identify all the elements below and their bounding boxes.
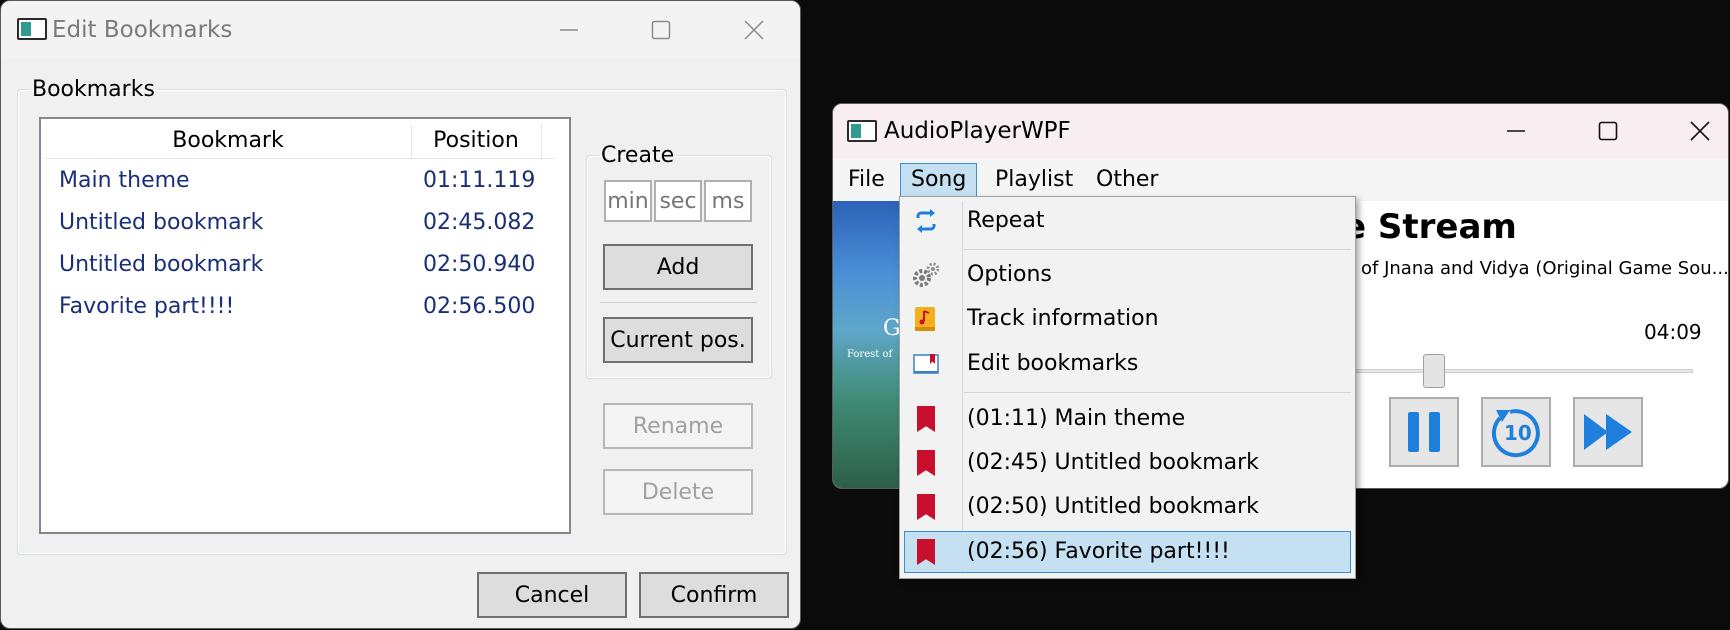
- bookmark-icon: [917, 539, 935, 565]
- bookmark-position: 02:56.500: [423, 294, 536, 319]
- song-title: e Stream: [1343, 207, 1517, 247]
- fast-forward-icon: [1584, 414, 1632, 450]
- menu-item-label: Edit bookmarks: [967, 351, 1139, 376]
- app-icon: [17, 18, 47, 40]
- edit-bookmarks-titlebar: Edit Bookmarks: [1, 1, 800, 59]
- bookmark-position: 02:45.082: [423, 210, 536, 235]
- bookmark-icon: [917, 494, 935, 520]
- table-row[interactable]: Main theme 01:11.119: [43, 163, 553, 203]
- menu-item-bookmark[interactable]: (01:11) Main theme: [901, 399, 1354, 439]
- close-button[interactable]: [734, 15, 774, 45]
- bookmark-position: 02:50.940: [423, 252, 536, 277]
- delete-button[interactable]: Delete: [603, 469, 753, 515]
- seconds-input[interactable]: [654, 180, 702, 222]
- add-button[interactable]: Add: [603, 244, 753, 290]
- cancel-button[interactable]: Cancel: [477, 572, 627, 618]
- menu-playlist[interactable]: Playlist: [995, 167, 1073, 192]
- seek-thumb[interactable]: [1423, 354, 1445, 388]
- window-title: Edit Bookmarks: [52, 17, 233, 43]
- pause-button[interactable]: [1389, 397, 1459, 467]
- menu-song[interactable]: Song: [900, 163, 978, 197]
- table-row[interactable]: Favorite part!!!! 02:56.500: [43, 289, 553, 329]
- player-window-title: AudioPlayerWPF: [884, 118, 1071, 144]
- music-note-icon: [915, 307, 935, 331]
- close-button[interactable]: [1680, 116, 1720, 146]
- minutes-input[interactable]: [604, 180, 652, 222]
- menu-item-label: Track information: [967, 306, 1159, 331]
- menu-file[interactable]: File: [848, 167, 885, 192]
- column-divider[interactable]: [541, 125, 542, 158]
- bookmarks-group-title: Bookmarks: [32, 77, 155, 102]
- create-divider: [600, 302, 757, 303]
- confirm-button[interactable]: Confirm: [639, 572, 789, 618]
- app-icon: [847, 120, 877, 142]
- minimize-button[interactable]: [1496, 116, 1536, 146]
- menu-bar: File Song Playlist Other: [833, 159, 1728, 201]
- album-art-subtext: Forest of: [847, 349, 893, 360]
- maximize-button[interactable]: [1588, 116, 1628, 146]
- maximize-button[interactable]: [641, 15, 681, 45]
- menu-item-label: Options: [967, 262, 1052, 287]
- create-group-title: Create: [601, 143, 675, 168]
- song-menu: Repeat Options Track information Edit bo…: [899, 196, 1356, 579]
- maximize-icon: [1598, 121, 1618, 141]
- menu-item-label: (02:56) Favorite part!!!!: [967, 539, 1230, 564]
- menu-item-edit-bookmarks[interactable]: Edit bookmarks: [901, 344, 1354, 384]
- bookmark-icon-wrap: [913, 494, 939, 520]
- edit-bookmarks-window: Edit Bookmarks Bookmarks Bookmark Positi…: [0, 0, 801, 629]
- bookmark-icon-wrap: [913, 539, 939, 565]
- maximize-icon: [651, 20, 671, 40]
- bookmarks-listview[interactable]: Bookmark Position Main theme 01:11.119 U…: [39, 117, 571, 534]
- table-row[interactable]: Untitled bookmark 02:45.082: [43, 205, 553, 245]
- duration-label: 04:09: [1644, 320, 1702, 344]
- menu-item-options[interactable]: Options: [901, 255, 1354, 295]
- gear-icon: [913, 262, 939, 287]
- replay-10-label: 10: [1504, 421, 1532, 445]
- minimize-icon: [1507, 130, 1525, 132]
- bookmark-book-icon: [913, 354, 939, 374]
- table-row[interactable]: Untitled bookmark 02:50.940: [43, 247, 553, 287]
- pause-icon: [1408, 412, 1440, 452]
- album-art-text: G: [883, 316, 901, 341]
- menu-item-bookmark-highlighted[interactable]: (02:56) Favorite part!!!!: [904, 531, 1351, 573]
- bookmark-name: Favorite part!!!!: [59, 294, 235, 319]
- bookmark-name: Main theme: [59, 168, 190, 193]
- milliseconds-input[interactable]: [704, 180, 752, 222]
- menu-item-label: (01:11) Main theme: [967, 406, 1186, 431]
- minimize-icon: [560, 29, 578, 31]
- listview-header: Bookmark Position: [45, 125, 555, 159]
- album-art: G Forest of: [833, 201, 903, 488]
- repeat-icon: [916, 209, 936, 233]
- player-titlebar: AudioPlayerWPF: [833, 104, 1728, 159]
- menu-item-repeat[interactable]: Repeat: [901, 201, 1354, 241]
- current-position-button[interactable]: Current pos.: [603, 317, 753, 363]
- close-icon: [744, 20, 764, 40]
- column-header-position[interactable]: Position: [411, 128, 541, 153]
- bookmark-position: 01:11.119: [423, 168, 536, 193]
- column-header-bookmark[interactable]: Bookmark: [45, 128, 411, 153]
- bookmark-name: Untitled bookmark: [59, 252, 264, 277]
- bookmark-icon-wrap: [913, 406, 939, 432]
- menu-item-label: (02:45) Untitled bookmark: [967, 450, 1259, 475]
- menu-separator: [964, 392, 1351, 393]
- replay-10-button[interactable]: 10: [1481, 397, 1551, 467]
- bookmark-icon: [917, 406, 935, 432]
- menu-item-label: Repeat: [967, 208, 1045, 233]
- menu-item-label: (02:50) Untitled bookmark: [967, 494, 1259, 519]
- minimize-button[interactable]: [549, 15, 589, 45]
- seek-track[interactable]: [1345, 369, 1693, 373]
- bookmark-icon: [917, 450, 935, 476]
- fast-forward-button[interactable]: [1573, 397, 1643, 467]
- album-name: of Jnana and Vidya (Original Game Sou...: [1361, 258, 1729, 279]
- menu-separator: [964, 249, 1351, 250]
- menu-item-bookmark[interactable]: (02:50) Untitled bookmark: [901, 487, 1354, 527]
- menu-other[interactable]: Other: [1096, 167, 1158, 192]
- close-icon: [1690, 121, 1710, 141]
- menu-item-bookmark[interactable]: (02:45) Untitled bookmark: [901, 443, 1354, 483]
- bookmark-name: Untitled bookmark: [59, 210, 264, 235]
- menu-item-track-information[interactable]: Track information: [901, 299, 1354, 339]
- rename-button[interactable]: Rename: [603, 403, 753, 449]
- bookmark-icon-wrap: [913, 450, 939, 476]
